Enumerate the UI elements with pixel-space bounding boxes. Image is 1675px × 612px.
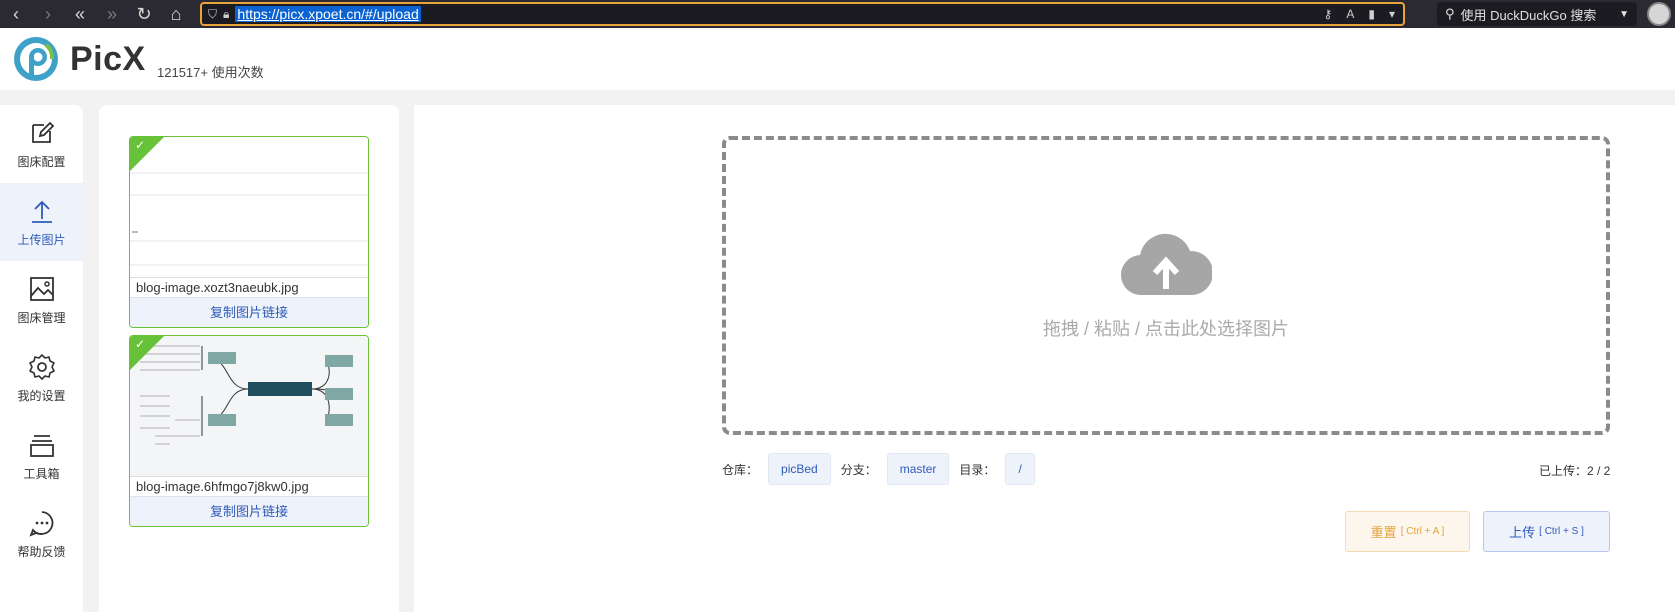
search-input[interactable]: ⚲ 使用 DuckDuckGo 搜索 ▼ <box>1437 2 1637 26</box>
sidebar-item-settings[interactable]: 我的设置 <box>0 339 83 417</box>
reset-button[interactable]: 重置 [ Ctrl + A ] <box>1345 511 1470 552</box>
upload-card: ✓ blog-image.xozt3naeubk.jpg 复制图片链接 <box>129 136 369 328</box>
key-icon[interactable]: ⚷ <box>1324 7 1333 21</box>
profile-avatar[interactable] <box>1647 2 1671 26</box>
sidebar-item-manage[interactable]: 图床管理 <box>0 261 83 339</box>
branch-tag: master <box>886 453 950 485</box>
sidebar-item-label: 上传图片 <box>17 232 66 247</box>
reset-shortcut: [ Ctrl + A ] <box>1400 526 1445 537</box>
toolbox-icon <box>29 434 54 457</box>
app-header: PicX 121517+ 使用次数 <box>0 28 1675 90</box>
upload-icon <box>31 200 52 223</box>
browser-toolbar: ‹ › « » ↻ ⌂ ⛉ 🔒︎ https://picx.xpoet.cn/#… <box>0 0 1675 28</box>
reload-icon[interactable]: ↻ <box>128 0 160 28</box>
drop-zone[interactable]: 拖拽 / 粘贴 / 点击此处选择图片 <box>722 136 1610 435</box>
sidebar-item-help[interactable]: 帮助反馈 <box>0 495 83 573</box>
sidebar: 图床配置 上传图片 图床管理 我的设置 工具箱 帮助反馈 <box>0 105 83 612</box>
picx-logo-icon[interactable] <box>12 35 60 83</box>
home-icon[interactable]: ⌂ <box>160 0 192 28</box>
check-icon: ✓ <box>135 337 146 351</box>
sidebar-item-config[interactable]: 图床配置 <box>0 105 83 183</box>
brand-title: PicX <box>70 40 146 78</box>
image-icon <box>29 276 54 301</box>
forward-icon[interactable]: › <box>32 0 64 28</box>
check-icon: ✓ <box>135 138 146 152</box>
mindmap-thumbnail <box>140 345 353 445</box>
sidebar-item-label: 图床配置 <box>17 154 66 169</box>
repo-info: 仓库： picBed 分支： master 目录： / <box>722 453 1045 485</box>
cloud-upload-icon <box>1120 233 1212 295</box>
dropdown-icon[interactable]: ▾ <box>1389 7 1395 21</box>
upload-button[interactable]: 上传 [ Ctrl + S ] <box>1483 511 1610 552</box>
edit-icon <box>31 121 54 143</box>
upload-main-panel: 拖拽 / 粘贴 / 点击此处选择图片 仓库： picBed 分支： master… <box>414 105 1675 612</box>
upload-shortcut: [ Ctrl + S ] <box>1539 526 1584 537</box>
chat-icon <box>28 510 53 537</box>
sidebar-item-upload[interactable]: 上传图片 <box>0 183 83 261</box>
address-bar[interactable]: ⛉ 🔒︎ https://picx.xpoet.cn/#/upload ⚷ A … <box>200 2 1405 26</box>
shield-icon[interactable]: ⛉ <box>208 7 217 22</box>
lock-icon[interactable]: 🔒︎ <box>223 7 229 22</box>
sidebar-item-toolbox[interactable]: 工具箱 <box>0 417 83 495</box>
sidebar-item-label: 我的设置 <box>17 388 66 403</box>
usage-count: 121517+ 使用次数 <box>157 65 264 80</box>
drop-zone-label: 拖拽 / 粘贴 / 点击此处选择图片 <box>1042 318 1289 339</box>
image-thumbnail[interactable]: ✓ <box>130 137 368 277</box>
upload-label: 上传 <box>1509 525 1536 540</box>
copy-link-button[interactable]: 复制图片链接 <box>130 297 368 327</box>
image-filename: blog-image.xozt3naeubk.jpg <box>130 277 368 297</box>
search-placeholder: 使用 DuckDuckGo 搜索 <box>1460 7 1597 23</box>
sidebar-item-label: 图床管理 <box>17 310 66 325</box>
dir-label: 目录： <box>959 462 996 477</box>
blog-thumbnail-1 <box>130 172 368 266</box>
sidebar-item-label: 工具箱 <box>23 466 60 481</box>
uploaded-count: 已上传：2 / 2 <box>1539 464 1611 478</box>
repo-tag: picBed <box>768 453 831 485</box>
image-thumbnail[interactable]: ✓ <box>130 336 368 476</box>
search-icon: ⚲ <box>1445 6 1455 21</box>
bookmark-icon[interactable]: ▮ <box>1368 7 1375 21</box>
sidebar-item-label: 帮助反馈 <box>17 544 66 559</box>
repo-label: 仓库： <box>722 462 759 477</box>
upload-list-panel: ✓ blog-image.xozt3naeubk.jpg 复制图片链接 ✓ bl… <box>99 105 399 612</box>
dir-tag: / <box>1005 453 1035 485</box>
url-text[interactable]: https://picx.xpoet.cn/#/upload <box>235 6 421 22</box>
image-filename: blog-image.6hfmgo7j8kw0.jpg <box>130 476 368 496</box>
history-back-icon[interactable]: « <box>64 0 96 28</box>
copy-link-button[interactable]: 复制图片链接 <box>130 496 368 526</box>
branch-label: 分支： <box>840 462 877 477</box>
reset-label: 重置 <box>1370 525 1397 540</box>
translate-icon[interactable]: A <box>1346 7 1354 21</box>
back-icon[interactable]: ‹ <box>0 0 32 28</box>
history-forward-icon[interactable]: » <box>96 0 128 28</box>
search-dropdown-icon[interactable]: ▼ <box>1619 9 1637 20</box>
gear-icon <box>28 353 55 380</box>
upload-card: ✓ blog-image.6hfmgo7j8kw0.jpg 复制图片链接 <box>129 335 369 527</box>
